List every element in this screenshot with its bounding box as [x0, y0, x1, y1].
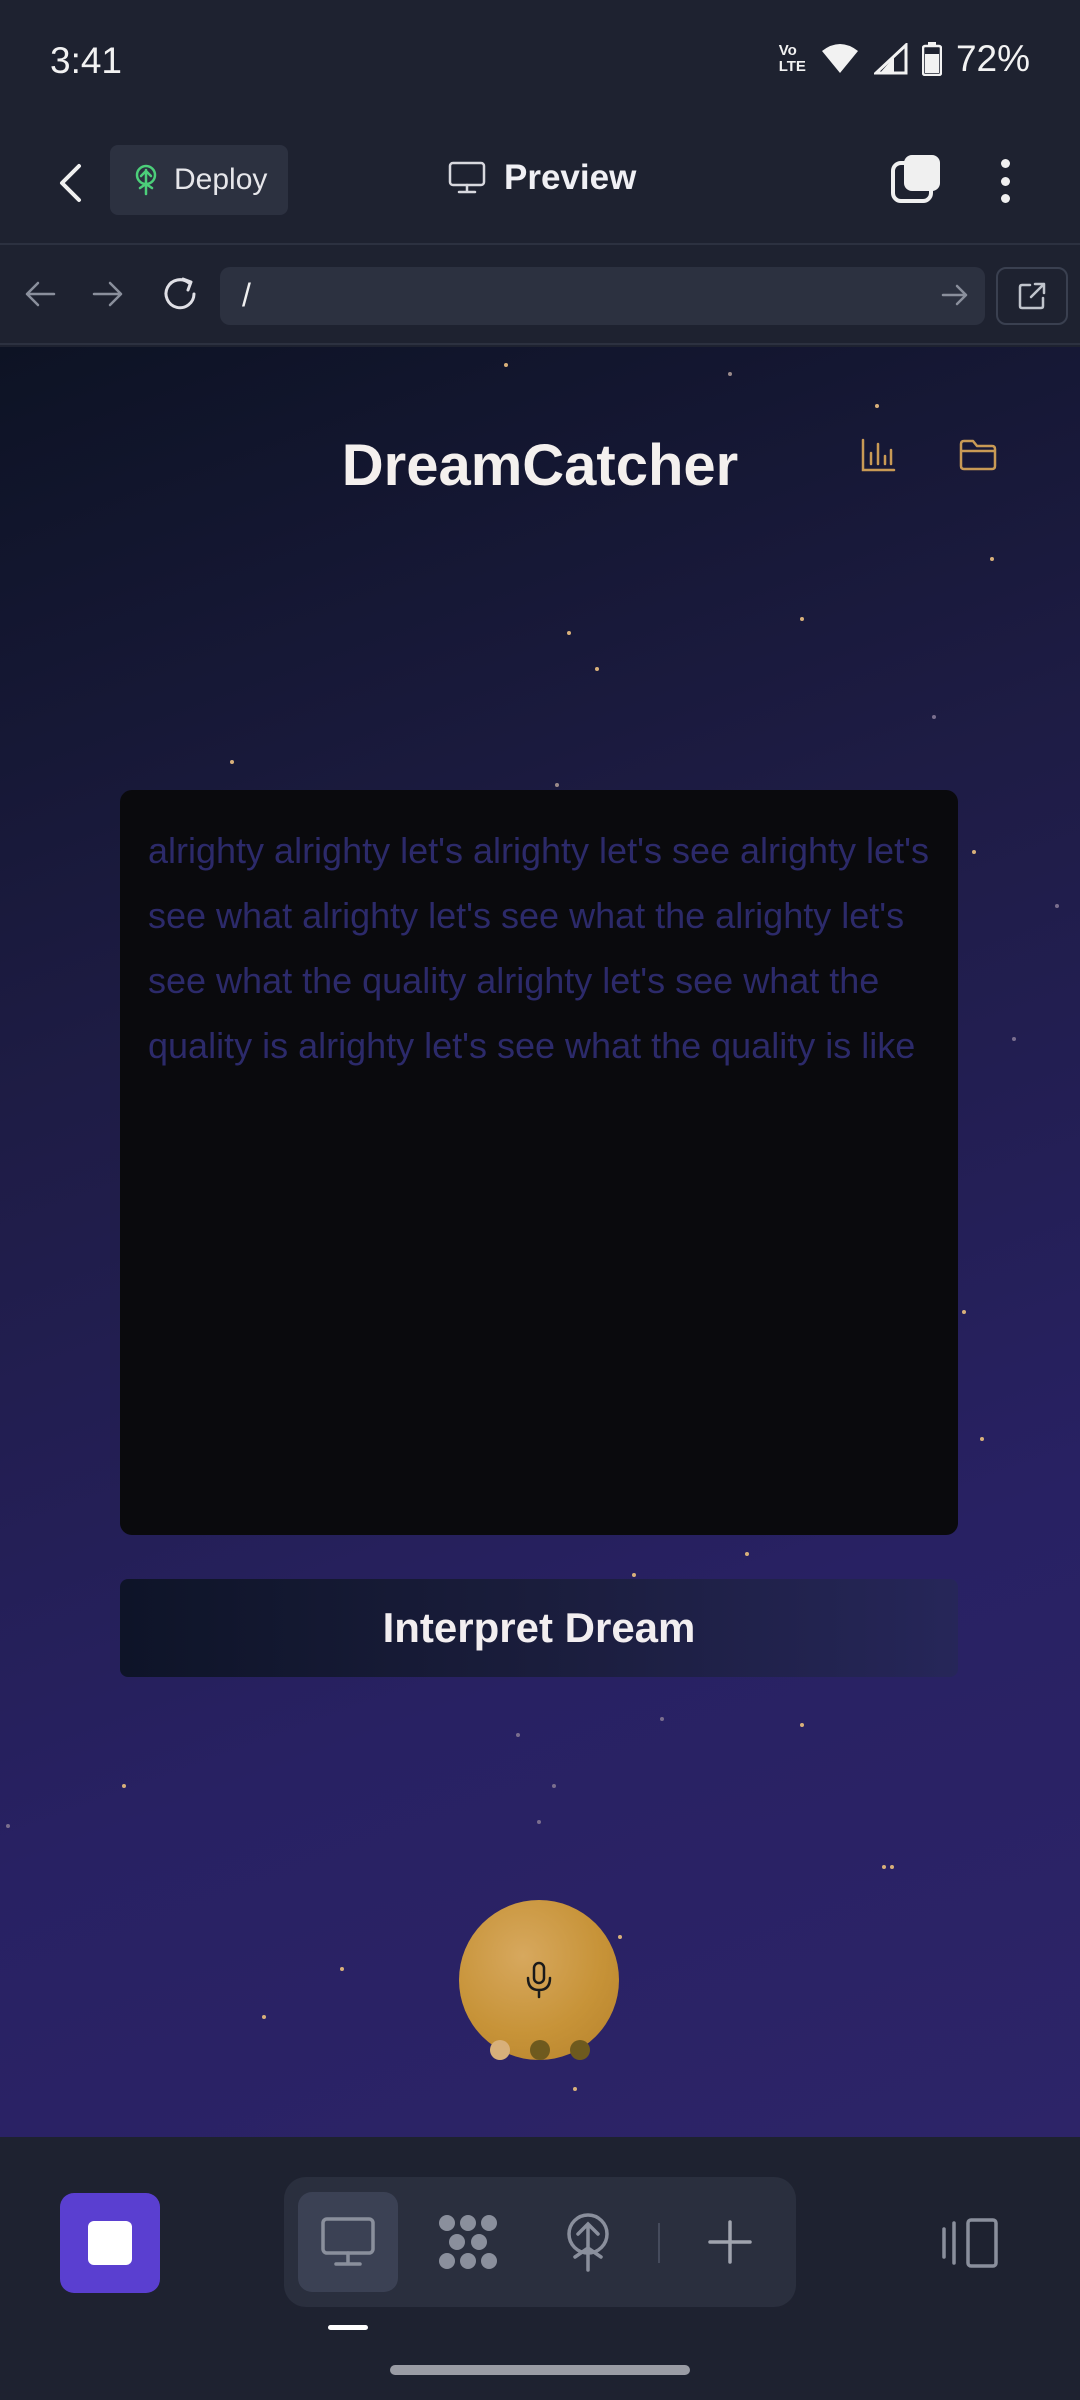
stop-icon	[88, 2221, 132, 2265]
volte-label-bottom: LTE	[778, 58, 806, 75]
tabs-button[interactable]	[890, 153, 942, 205]
web-preview: DreamCatcher alrighty alrighty let's alr…	[0, 347, 1080, 2137]
deploy-button[interactable]: Deploy	[110, 145, 288, 215]
star	[1055, 904, 1059, 908]
plus-icon	[708, 2220, 752, 2264]
arrow-right-icon	[92, 281, 123, 307]
recording-dot	[530, 2040, 550, 2060]
side-panel-icon	[942, 2218, 998, 2268]
external-link-icon	[1018, 282, 1046, 310]
star	[262, 2015, 266, 2019]
reload-icon	[164, 277, 196, 310]
dock-add-button[interactable]	[680, 2192, 780, 2292]
microphone-button[interactable]	[459, 1900, 619, 2060]
arrow-left-icon	[25, 281, 56, 307]
dream-text-area[interactable]: alrighty alrighty let's alrighty let's s…	[120, 790, 958, 1535]
app-bar: Deploy Preview	[0, 125, 1080, 245]
url-text: /	[242, 277, 251, 313]
browser-toolbar: /	[0, 247, 1080, 345]
gesture-home-bar	[390, 2365, 690, 2375]
dock-preview-button[interactable]	[298, 2192, 398, 2292]
recording-dot	[570, 2040, 590, 2060]
dock-separator	[658, 2223, 660, 2263]
star	[552, 1784, 556, 1788]
browser-forward-button[interactable]	[83, 269, 133, 319]
folder-icon	[959, 439, 997, 471]
deploy-label: Deploy	[174, 163, 268, 196]
status-bar: 3:41 Vo LTE 72%	[0, 0, 1080, 125]
volte-indicator: Vo LTE	[779, 43, 806, 75]
battery-percent: 72%	[955, 38, 1030, 79]
star	[728, 372, 732, 376]
interpret-dream-button[interactable]: Interpret Dream	[120, 1579, 958, 1677]
star	[573, 2087, 577, 2091]
chevron-left-icon	[60, 164, 81, 202]
dock-deploy-button[interactable]	[538, 2192, 638, 2292]
microphone-icon	[526, 1961, 552, 1999]
star	[504, 363, 508, 367]
star	[230, 760, 234, 764]
stop-button[interactable]	[60, 2193, 160, 2293]
monitor-icon	[321, 2217, 375, 2266]
app-title: DreamCatcher	[341, 433, 739, 498]
star	[962, 1310, 966, 1314]
star	[595, 667, 599, 671]
star	[632, 1573, 636, 1577]
status-icons: Vo LTE 72%	[779, 38, 1030, 80]
volte-label-top: Vo	[778, 42, 797, 59]
stats-button[interactable]	[860, 437, 896, 478]
star	[660, 1717, 664, 1721]
bar-chart-icon	[861, 438, 896, 472]
browser-back-button[interactable]	[15, 269, 65, 319]
star	[567, 631, 571, 635]
url-input[interactable]: /	[220, 267, 985, 325]
folder-button[interactable]	[958, 439, 998, 476]
deploy-icon	[567, 2213, 609, 2272]
workflows-icon	[439, 2215, 497, 2269]
star	[980, 1437, 984, 1441]
go-arrow-icon[interactable]	[941, 281, 969, 309]
status-time: 3:41	[50, 40, 123, 81]
star	[882, 1865, 886, 1869]
star	[6, 1824, 10, 1828]
open-external-button[interactable]	[996, 267, 1068, 325]
dock-active-indicator	[328, 2325, 368, 2330]
tabs-icon	[891, 155, 940, 203]
signal-icon	[873, 43, 908, 75]
star	[990, 557, 994, 561]
star	[537, 1820, 541, 1824]
star	[555, 783, 559, 787]
star	[122, 1784, 126, 1788]
star	[618, 1935, 622, 1939]
star	[875, 404, 879, 408]
reload-button[interactable]	[155, 269, 205, 319]
star	[1012, 1037, 1016, 1041]
star	[745, 1552, 749, 1556]
star	[516, 1733, 520, 1737]
deploy-icon	[135, 164, 157, 196]
bottom-dock	[0, 2137, 1080, 2400]
back-button[interactable]	[50, 153, 90, 213]
dock-workflows-button[interactable]	[418, 2192, 518, 2292]
preview-title: Preview	[448, 158, 636, 198]
more-options-icon[interactable]	[990, 153, 1020, 209]
star	[932, 715, 936, 719]
side-panel-button[interactable]	[940, 2217, 1000, 2274]
recording-dot	[490, 2040, 510, 2060]
star	[972, 850, 976, 854]
star	[800, 1723, 804, 1727]
battery-icon	[921, 42, 942, 76]
wifi-icon	[821, 44, 858, 73]
preview-label: Preview	[504, 158, 637, 197]
star	[800, 617, 804, 621]
star	[890, 1865, 894, 1869]
dock-tool-group	[284, 2177, 796, 2307]
star	[340, 1967, 344, 1971]
monitor-icon	[448, 161, 486, 194]
